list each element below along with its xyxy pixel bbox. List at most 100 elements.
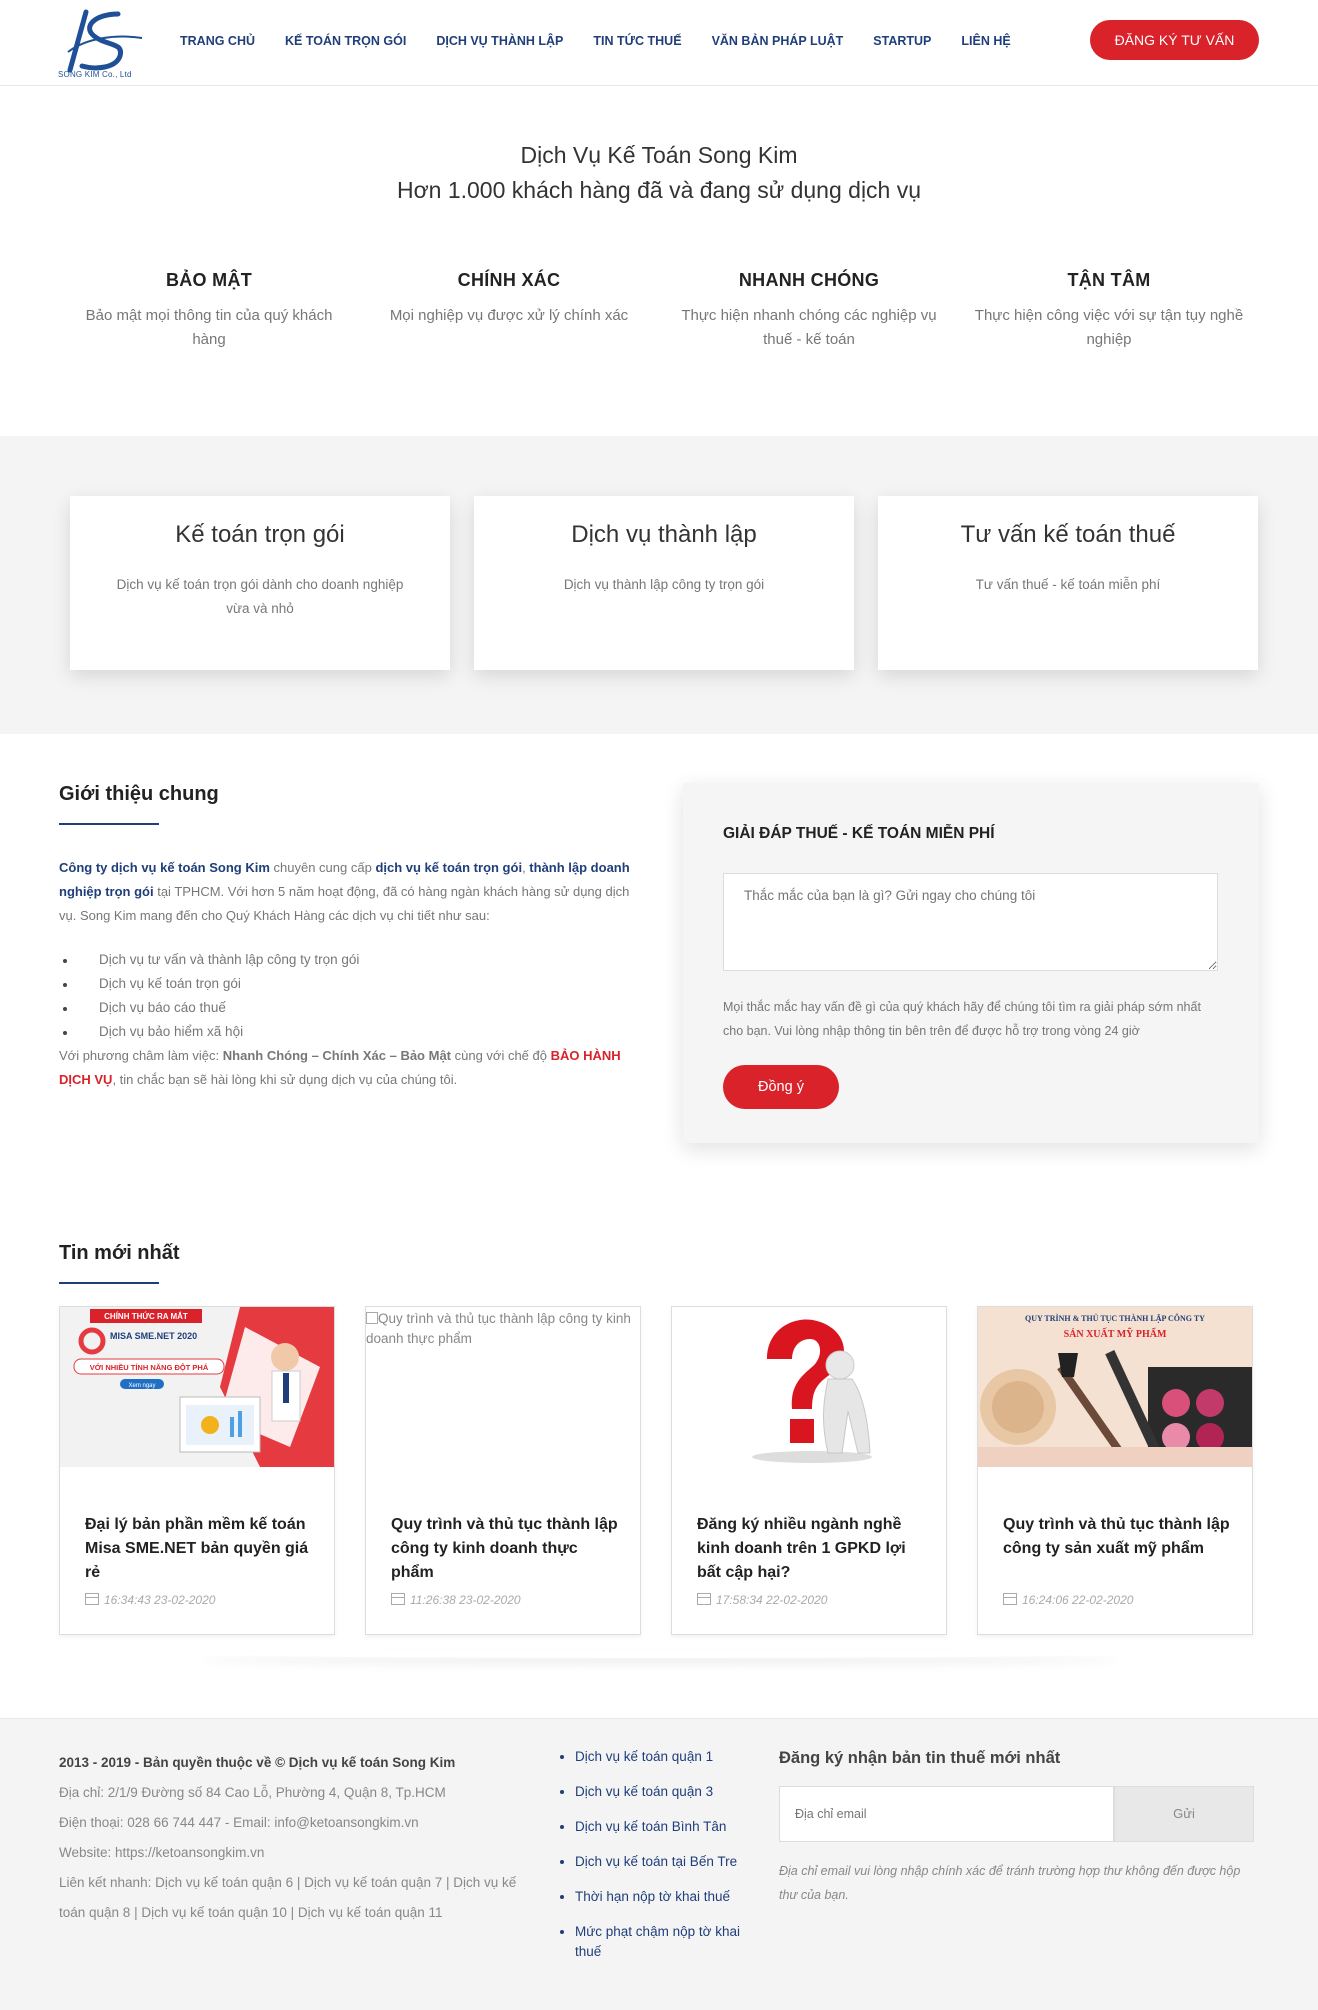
service-card-tu-van[interactable]: Tư vấn kế toán thuế Tư vấn thuế - kế toá… (878, 496, 1258, 670)
nav-lien-he[interactable]: LIÊN HỆ (961, 34, 1010, 48)
news-date: 16:34:43 23-02-2020 (85, 1593, 215, 1607)
motto: Nhanh Chóng – Chính Xác – Bảo Mật (222, 1048, 452, 1063)
news-card[interactable]: CHÍNH THỨC RA MẮT MISA SME.NET 2020 VỚI … (59, 1306, 335, 1635)
list-item: Dịch vụ báo cáo thuế (59, 996, 634, 1020)
footer-link[interactable]: Dịch vụ kế toán tại Bến Tre (560, 1852, 760, 1872)
newsletter-send-button[interactable]: Gửi (1114, 1786, 1254, 1842)
footer-link-list: Dịch vụ kế toán quận 1 Dịch vụ kế toán q… (560, 1747, 760, 1977)
calendar-icon (391, 1593, 405, 1605)
news-date: 11:26:38 23-02-2020 (391, 1593, 521, 1607)
footer-link[interactable]: Mức phạt chậm nộp tờ khai thuế (560, 1922, 760, 1962)
news-item-title[interactable]: Đăng ký nhiều ngành nghề kinh doanh trên… (697, 1513, 929, 1585)
misa-badge-text: CHÍNH THỨC RA MẮT (104, 1312, 188, 1321)
calendar-icon (85, 1593, 99, 1605)
submit-question-button[interactable]: Đồng ý (723, 1065, 839, 1109)
news-thumbnail-question[interactable] (672, 1307, 946, 1467)
intro-text-part: chuyên cung cấp (269, 860, 376, 875)
footer-link[interactable]: Thời hạn nộp tờ khai thuế (560, 1887, 760, 1907)
footer-link[interactable]: Dịch vụ kế toán Bình Tân (560, 1817, 760, 1837)
link-cong-ty[interactable]: Công ty dịch vụ kế toán Song Kim (59, 860, 270, 875)
news-date: 16:24:06 22-02-2020 (1003, 1593, 1133, 1607)
nav-van-ban-phap-luat[interactable]: VĂN BẢN PHÁP LUẬT (712, 34, 844, 48)
newsletter-title: Đăng ký nhận bản tin thuế mới nhất (779, 1749, 1061, 1767)
news-item-title[interactable]: Đại lý bản phần mềm kế toán Misa SME.NET… (85, 1513, 317, 1585)
footer-quicklinks-cont[interactable]: toán quận 8 | Dịch vụ kế toán quận 10 | … (59, 1905, 443, 1920)
misa-button-text: Xem ngay (128, 1383, 155, 1389)
site-footer: 2013 - 2019 - Bản quyền thuộc về © Dịch … (0, 1718, 1318, 2010)
footer-link[interactable]: Dịch vụ kế toán quận 3 (560, 1782, 760, 1802)
feature-title: CHÍNH XÁC (457, 270, 561, 290)
nav-home[interactable]: TRANG CHỦ (180, 34, 255, 48)
question-mark-image (672, 1307, 946, 1467)
site-header: SONG KIM Co., Ltd TRANG CHỦ KẾ TOÁN TRỌN… (0, 0, 1318, 86)
intro-footer-text: Với phương châm làm việc: Nhanh Chóng – … (59, 1044, 639, 1092)
news-card[interactable]: Đăng ký nhiều ngành nghề kinh doanh trên… (671, 1306, 947, 1635)
feature-title: NHANH CHÓNG (738, 270, 880, 290)
link-ke-toan-tron-goi[interactable]: dịch vụ kế toán trọn gói (375, 860, 522, 875)
hero-section: Dịch Vụ Kế Toán Song Kim Hơn 1.000 khách… (0, 138, 1318, 208)
cosmetics-caption-2: SẢN XUẤT MỸ PHẨM (1064, 1327, 1167, 1340)
misa-product-text: MISA SME.NET 2020 (110, 1331, 197, 1341)
feature-nhanh-chong: NHANH CHÓNG Thực hiện nhanh chóng các ng… (674, 270, 944, 352)
intro-title: Giới thiệu chung (59, 783, 219, 805)
question-textarea[interactable] (723, 873, 1218, 971)
news-thumbnail-broken[interactable]: Quy trình và thủ tục thành lập công ty k… (366, 1307, 640, 1467)
newsletter-email-input[interactable] (779, 1786, 1114, 1842)
news-date-text: 17:58:34 22-02-2020 (716, 1593, 828, 1607)
service-text: Dịch vụ thành lập công ty trọn gói (563, 577, 765, 592)
hero-subtitle: Hơn 1.000 khách hàng đã và đang sử dụng … (396, 177, 922, 203)
intro-underline (59, 823, 159, 825)
qa-note: Mọi thắc mắc hay vấn đề gì của quý khách… (723, 1000, 1201, 1038)
news-date-text: 16:24:06 22-02-2020 (1022, 1593, 1134, 1607)
feature-text: Thực hiện công việc với sự tận tụy nghề … (974, 307, 1244, 348)
service-card-thanh-lap[interactable]: Dịch vụ thành lập Dịch vụ thành lập công… (474, 496, 854, 670)
service-card-ke-toan[interactable]: Kế toán trọn gói Dịch vụ kế toán trọn gó… (70, 496, 450, 670)
service-text: Tư vấn thuế - kế toán miễn phí (975, 577, 1161, 592)
news-thumbnail-misa[interactable]: CHÍNH THỨC RA MẮT MISA SME.NET 2020 VỚI … (60, 1307, 334, 1467)
intro-text-part: , tin chắc bạn sẽ hài lòng khi sử dụng d… (112, 1072, 458, 1087)
footer-website[interactable]: Website: https://ketoansongkim.vn (59, 1845, 264, 1860)
footer-contact: Điện thoại: 028 66 744 447 - Email: info… (59, 1815, 419, 1830)
news-date-text: 16:34:43 23-02-2020 (104, 1593, 216, 1607)
feature-text: Bảo mật mọi thông tin của quý khách hàng (85, 307, 333, 348)
hero-title: Dịch Vụ Kế Toán Song Kim (520, 142, 798, 168)
image-alt-text: Quy trình và thủ tục thành lập công ty k… (366, 1311, 631, 1346)
feature-tan-tam: TẬN TÂM Thực hiện công việc với sự tận t… (974, 270, 1244, 352)
news-date-text: 11:26:38 23-02-2020 (410, 1593, 521, 1607)
newsletter-note: Địa chỉ email vui lòng nhập chính xác để… (779, 1864, 1241, 1902)
main-nav: TRANG CHỦ KẾ TOÁN TRỌN GÓI DỊCH VỤ THÀNH… (180, 34, 1041, 48)
section-shadow-divider (200, 1650, 1120, 1658)
broken-image-icon (366, 1312, 378, 1324)
nav-tin-tuc-thue[interactable]: TIN TỨC THUẾ (593, 34, 681, 48)
broken-image-alt: Quy trình và thủ tục thành lập công ty k… (366, 1307, 640, 1349)
feature-text: Mọi nghiệp vụ được xử lý chính xác (389, 307, 629, 324)
footer-quicklinks[interactable]: Liên kết nhanh: Dịch vụ kế toán quận 6 |… (59, 1875, 516, 1890)
feature-text: Thực hiện nhanh chóng các nghiệp vụ thuế… (681, 307, 937, 348)
news-card[interactable]: QUY TRÌNH & THỦ TỤC THÀNH LẬP CÔNG TY SẢ… (977, 1306, 1253, 1635)
footer-address: Địa chỉ: 2/1/9 Đường số 84 Cao Lỗ, Phườn… (59, 1785, 446, 1800)
footer-copyright: 2013 - 2019 - Bản quyền thuộc về © Dịch … (59, 1755, 456, 1770)
nav-dich-vu-thanh-lap[interactable]: DỊCH VỤ THÀNH LẬP (436, 34, 563, 48)
cosmetics-caption-1: QUY TRÌNH & THỦ TỤC THÀNH LẬP CÔNG TY (1025, 1313, 1205, 1323)
list-item: Dịch vụ kế toán trọn gói (59, 972, 634, 996)
service-title: Kế toán trọn gói (175, 521, 345, 548)
news-item-title[interactable]: Quy trình và thủ tục thành lập công ty k… (391, 1513, 623, 1585)
misa-banner-image: CHÍNH THỨC RA MẮT MISA SME.NET 2020 VỚI … (60, 1307, 334, 1467)
news-underline (59, 1282, 159, 1284)
intro-text-part: cùng với chế độ (451, 1048, 551, 1063)
footer-link[interactable]: Dịch vụ kế toán quận 1 (560, 1747, 760, 1767)
news-card[interactable]: Quy trình và thủ tục thành lập công ty k… (365, 1306, 641, 1635)
list-item: Dịch vụ tư vấn và thành lập công ty trọn… (59, 948, 634, 972)
service-title: Tư vấn kế toán thuế (960, 521, 1176, 548)
news-item-title[interactable]: Quy trình và thủ tục thành lập công ty s… (1003, 1513, 1235, 1561)
service-text: Dịch vụ kế toán trọn gói dành cho doanh … (116, 577, 404, 616)
register-consult-button[interactable]: ĐĂNG KÝ TƯ VẤN (1090, 20, 1259, 60)
nav-startup[interactable]: STARTUP (873, 34, 931, 48)
free-consult-form: GIẢI ĐÁP THUẾ - KẾ TOÁN MIỄN PHÍ Mọi thắ… (683, 783, 1259, 1143)
calendar-icon (697, 1593, 711, 1605)
intro-text-part: Với phương châm làm việc: (59, 1048, 223, 1063)
intro-paragraph: Công ty dịch vụ kế toán Song Kim chuyên … (59, 856, 634, 928)
news-thumbnail-cosmetics[interactable]: QUY TRÌNH & THỦ TỤC THÀNH LẬP CÔNG TY SẢ… (978, 1307, 1252, 1467)
nav-ke-toan-tron-goi[interactable]: KẾ TOÁN TRỌN GÓI (285, 34, 406, 48)
feature-title: TẬN TÂM (1067, 270, 1151, 290)
